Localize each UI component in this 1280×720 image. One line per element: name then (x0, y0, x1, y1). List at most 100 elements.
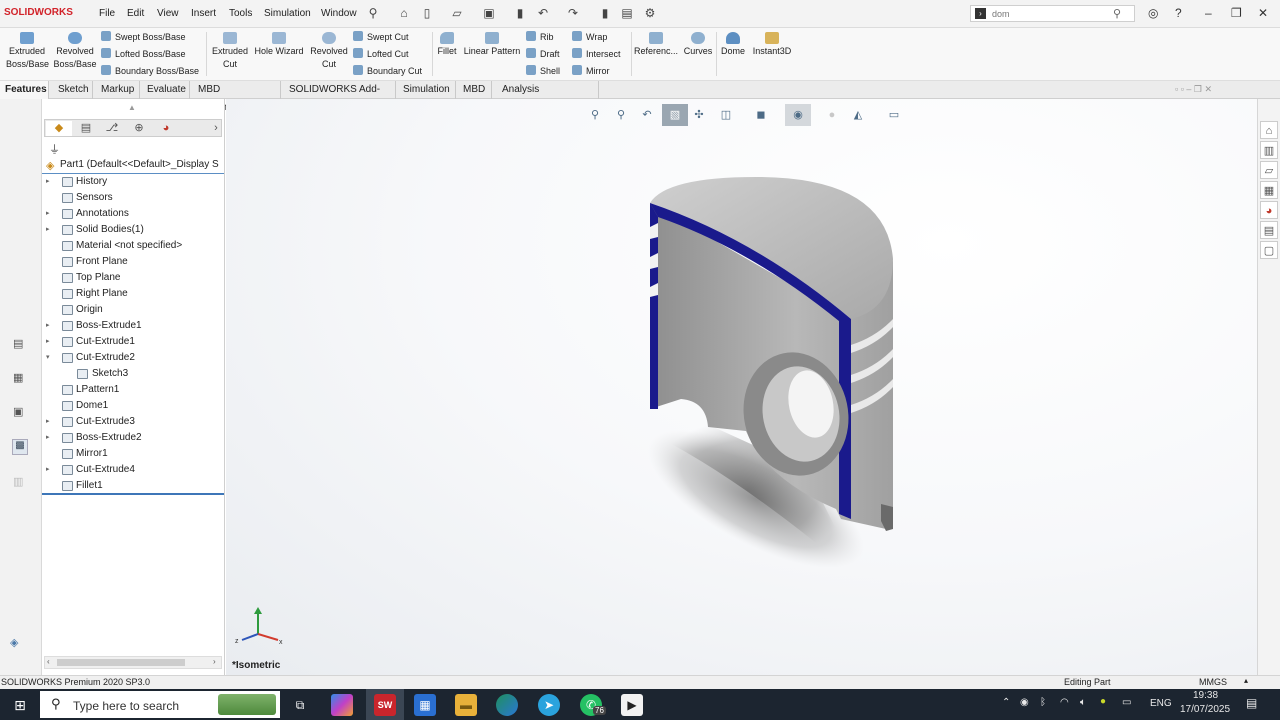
units-selector[interactable]: MMGS (1199, 677, 1227, 687)
menu-file[interactable]: File (99, 8, 115, 19)
expand-arrow-icon[interactable]: ▸ (46, 430, 50, 446)
expand-arrow-icon[interactable]: ▾ (46, 350, 50, 366)
configuration-manager-tab-icon[interactable]: ⎇ (99, 121, 125, 136)
tree-item[interactable]: Origin (42, 302, 224, 318)
forum-icon[interactable]: ▢ (1260, 241, 1278, 259)
file-properties-icon[interactable]: ▤ (620, 6, 634, 20)
menu-view[interactable]: View (157, 8, 179, 19)
tab-mbd-dimensions[interactable]: MBD Dimensions (193, 81, 281, 113)
previous-view-icon[interactable]: ↶ (639, 107, 655, 123)
menu-tools[interactable]: Tools (229, 8, 252, 19)
redo-icon[interactable]: ↷ (566, 6, 580, 20)
display-manager-tab-icon[interactable]: ◕ (153, 121, 179, 136)
taskbar-search-input[interactable]: Type here to search (73, 699, 179, 713)
taskbar-search-box[interactable]: ⚲ Type here to search (40, 691, 280, 718)
appearances-icon[interactable]: ◕ (1260, 201, 1278, 219)
tree-root-part[interactable]: ◈ Part1 (Default<<Default>_Display S (42, 157, 224, 174)
search-icon[interactable]: ⚲ (1113, 7, 1121, 20)
tree-item[interactable]: ▾ Cut-Extrude2 (42, 350, 224, 366)
task-view-icon[interactable]: ⧉ (289, 694, 311, 716)
menu-window[interactable]: Window (321, 8, 357, 19)
zoom-to-fit-icon[interactable]: ⚲ (587, 107, 603, 123)
hole-wizard-button[interactable]: Hole Wizard (254, 32, 304, 58)
menu-simulation[interactable]: Simulation (264, 8, 311, 19)
tree-item[interactable]: Sensors (42, 190, 224, 206)
bluetooth-icon[interactable]: ᛒ (1040, 697, 1046, 708)
solidworks-task-active[interactable]: SW (366, 689, 404, 720)
extruded-boss-button[interactable]: Extruded Boss/Base (6, 32, 49, 71)
sketch-tool-icon[interactable]: ▤ (13, 337, 23, 350)
expand-arrow-icon[interactable]: ▸ (46, 206, 50, 222)
expand-arrow-icon[interactable]: ▸ (46, 414, 50, 430)
tab-markup[interactable]: Markup (96, 81, 140, 99)
horizontal-scrollbar[interactable]: ‹ › (44, 656, 222, 669)
tab-sketch[interactable]: Sketch (53, 81, 93, 99)
view-settings-icon[interactable]: ▭ (886, 107, 902, 123)
undo-icon[interactable]: ↶ (536, 6, 550, 20)
telegram-icon[interactable]: ➤ (538, 694, 560, 716)
fillet-button[interactable]: Fillet (435, 32, 459, 58)
rebuild-icon[interactable]: ▮ (598, 6, 612, 20)
property-manager-tab-icon[interactable]: ▤ (73, 121, 99, 136)
expand-arrow-icon[interactable]: ▸ (46, 462, 50, 478)
volume-icon[interactable]: 🔈︎ (1080, 697, 1086, 708)
tree-item[interactable]: Material <not specified> (42, 238, 224, 254)
tree-item[interactable]: Right Plane (42, 286, 224, 302)
network-icon[interactable]: ◠ (1060, 697, 1069, 708)
extruded-cut-button[interactable]: Extruded Cut (209, 32, 251, 71)
print-icon[interactable]: ▮ (513, 6, 527, 20)
apply-scene-icon[interactable]: ◭ (850, 107, 866, 123)
display-tool-icon[interactable]: ▣ (13, 405, 23, 418)
tab-mbd[interactable]: MBD (458, 81, 492, 99)
close-icon[interactable]: ✕ (1258, 6, 1268, 20)
view-cube-icon[interactable]: ◈ (10, 636, 18, 649)
menu-edit[interactable]: Edit (127, 8, 144, 19)
tab-analysis-preparation[interactable]: Analysis Preparation (497, 81, 599, 113)
options-gear-icon[interactable]: ⚙ (643, 6, 657, 20)
microsoft-store-icon[interactable]: ▦ (414, 694, 436, 716)
view-orientation-icon[interactable]: ◫ (718, 107, 734, 123)
clock-time[interactable]: 19:38 (1193, 690, 1218, 701)
restore-icon[interactable]: ❐ (1231, 6, 1242, 20)
filter-icon[interactable]: ⏚ (49, 141, 60, 157)
notifications-icon[interactable]: ▤ (1246, 696, 1257, 710)
panel-restore-icon[interactable]: ▫ ▫ – ❐ ✕ (1175, 84, 1212, 95)
tree-item[interactable]: ▸ Boss-Extrude2 (42, 430, 224, 446)
tab-features[interactable]: Features (0, 81, 49, 99)
intersect-button[interactable]: Intersect (572, 48, 621, 59)
tree-item[interactable]: ▸ Cut-Extrude3 (42, 414, 224, 430)
pin-icon[interactable]: ⚲ (366, 6, 380, 20)
expand-arrow-icon[interactable]: ▸ (46, 222, 50, 238)
tree-item[interactable]: Mirror1 (42, 446, 224, 462)
expand-arrow-icon[interactable]: ▸ (46, 334, 50, 350)
file-explorer-icon[interactable]: ▱ (1260, 161, 1278, 179)
active-tool-icon[interactable]: ▩ (12, 439, 28, 455)
tab-evaluate[interactable]: Evaluate (142, 81, 190, 99)
linear-pattern-button[interactable]: Linear Pattern (462, 32, 522, 58)
display-style-icon[interactable]: ◼ (753, 107, 769, 123)
rollback-bar[interactable] (42, 493, 224, 495)
expand-arrow-icon[interactable]: ▸ (46, 174, 50, 190)
clipchamp-icon[interactable]: ▶ (621, 694, 643, 716)
hide-show-items-icon[interactable]: ◉ (785, 104, 811, 126)
tree-item[interactable]: ▸ Cut-Extrude4 (42, 462, 224, 478)
copilot-icon[interactable] (331, 694, 353, 716)
dome-button[interactable]: Dome (718, 32, 748, 58)
search-commands-box[interactable]: › dom ⚲ (970, 5, 1135, 22)
tree-item[interactable]: ▸ Solid Bodies(1) (42, 222, 224, 238)
curves-button[interactable]: Curves (682, 32, 714, 58)
keyboard-icon[interactable]: ▭ (1122, 697, 1131, 708)
lofted-cut-button[interactable]: Lofted Cut (353, 48, 409, 59)
search-input[interactable]: dom (992, 9, 1010, 19)
user-account-icon[interactable]: ◎ (1148, 6, 1158, 20)
dimxpert-tab-icon[interactable]: ⊕ (126, 121, 152, 136)
edge-browser-icon[interactable] (496, 694, 518, 716)
help-icon[interactable]: ? (1175, 6, 1182, 20)
tab-simulation[interactable]: Simulation (398, 81, 456, 99)
tree-item[interactable]: ▸ History (42, 174, 224, 190)
scroll-thumb[interactable] (57, 659, 185, 666)
swept-cut-button[interactable]: Swept Cut (353, 31, 409, 42)
tab-solidworks-addins[interactable]: SOLIDWORKS Add-Ins (284, 81, 396, 113)
graphics-area[interactable]: ⚲ ⚲ ↶ ▧ ✣ ◫ ◼ ◉ ● ◭ ▭ z x *Isometric (226, 99, 1257, 675)
mirror-button[interactable]: Mirror (572, 65, 610, 76)
